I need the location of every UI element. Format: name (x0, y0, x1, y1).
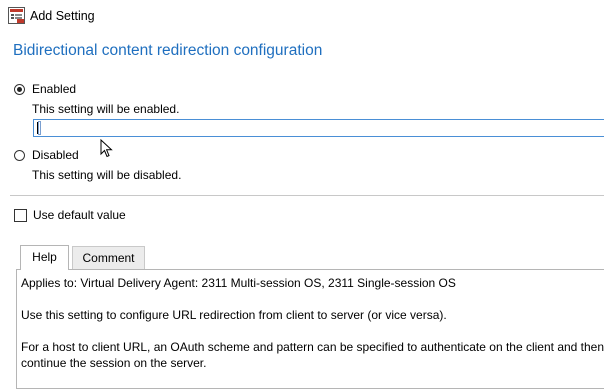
tab-help[interactable]: Help (20, 245, 69, 270)
tab-comment[interactable]: Comment (72, 246, 145, 269)
setting-heading: Bidirectional content redirection config… (13, 42, 323, 59)
help-paragraph-2-line-2: continue the session on the server. (21, 356, 207, 370)
title-bar: Add Setting (0, 0, 604, 33)
enabled-radio[interactable] (14, 84, 25, 95)
use-default-label[interactable]: Use default value (33, 208, 126, 222)
setting-value-input[interactable] (33, 119, 604, 137)
window-title: Add Setting (30, 9, 95, 23)
text-caret (37, 122, 38, 134)
disabled-radio[interactable] (14, 150, 25, 161)
mouse-pointer-icon (100, 139, 113, 158)
enabled-description: This setting will be enabled. (32, 102, 180, 116)
text-selection (38, 121, 41, 135)
settings-dialog-icon (8, 7, 25, 24)
disabled-label[interactable]: Disabled (32, 148, 79, 162)
disabled-description: This setting will be disabled. (32, 168, 182, 182)
section-divider (10, 195, 604, 196)
help-paragraph-2-line-1: For a host to client URL, an OAuth schem… (21, 340, 604, 354)
use-default-checkbox[interactable] (14, 209, 27, 222)
enabled-label[interactable]: Enabled (32, 82, 76, 96)
help-applies-to: Applies to: Virtual Delivery Agent: 2311… (21, 276, 456, 290)
help-paragraph-1: Use this setting to configure URL redire… (21, 308, 447, 322)
